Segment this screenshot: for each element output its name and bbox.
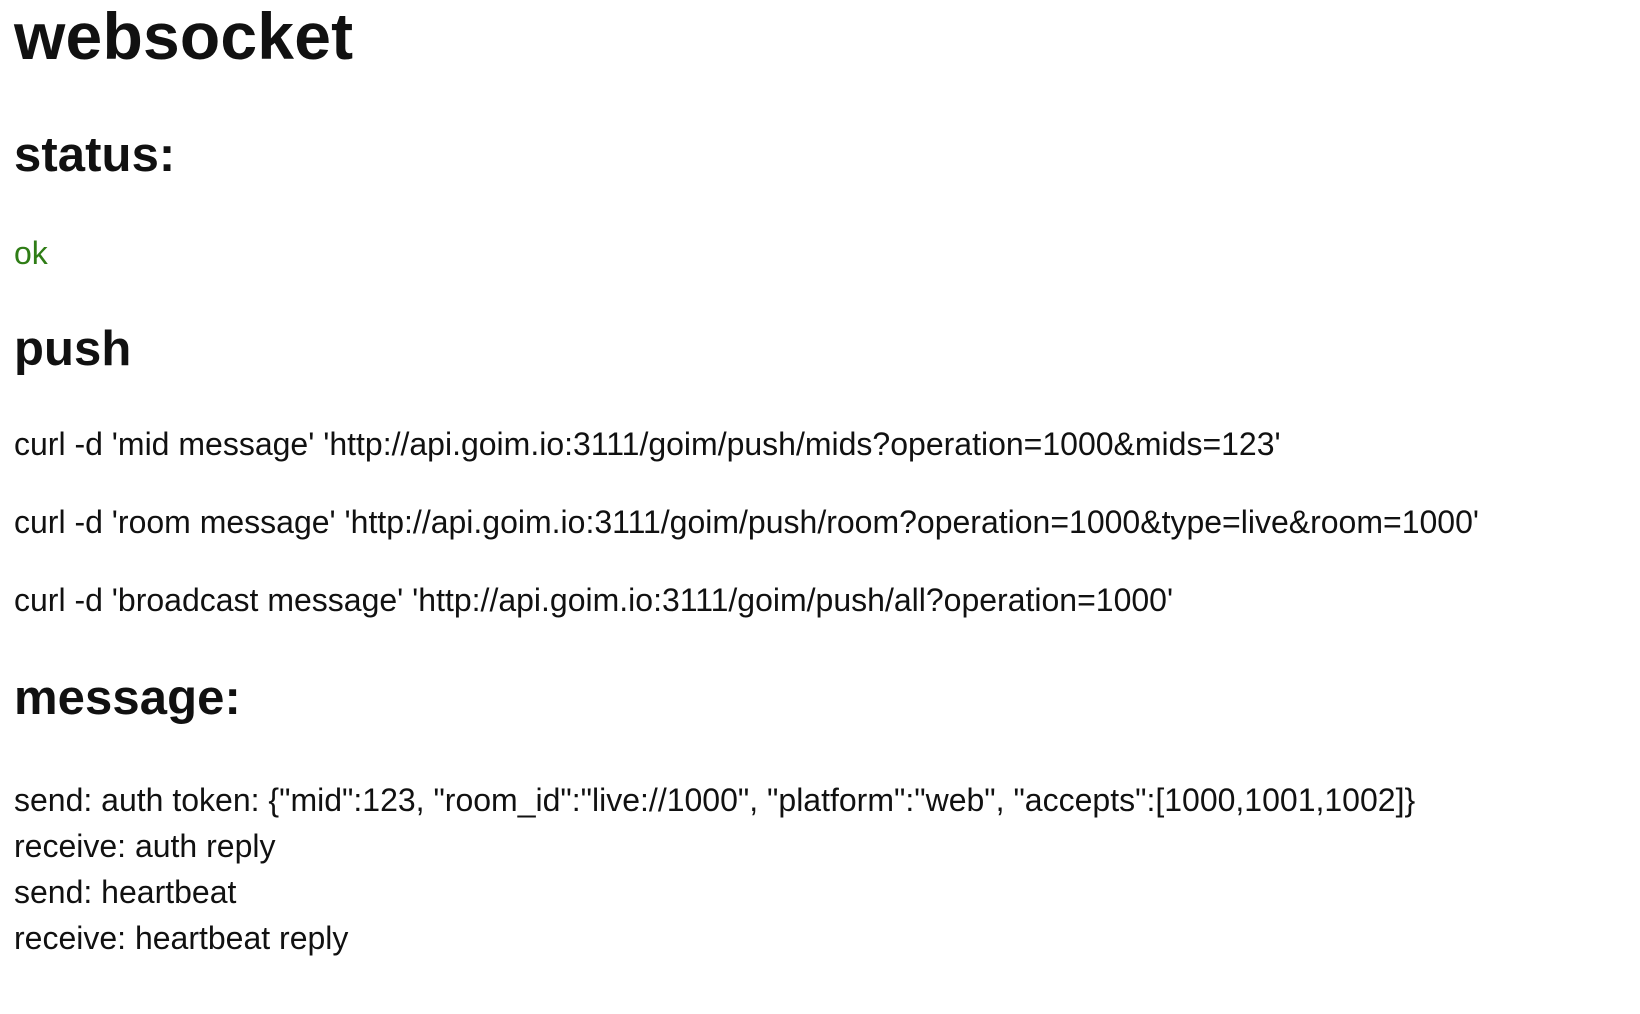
push-heading: push xyxy=(14,322,132,376)
push-command-room: curl -d 'room message' 'http://api.goim.… xyxy=(14,504,1479,540)
push-command-mid: curl -d 'mid message' 'http://api.goim.i… xyxy=(14,426,1281,462)
message-heading: message: xyxy=(14,671,241,725)
message-line-heartbeat-send: send: heartbeat xyxy=(14,874,237,910)
status-value: ok xyxy=(14,235,48,271)
push-command-broadcast: curl -d 'broadcast message' 'http://api.… xyxy=(14,582,1174,618)
message-log: send: auth token: {"mid":123, "room_id":… xyxy=(14,777,1415,961)
page-title: websocket xyxy=(14,0,354,73)
message-line-auth-send: send: auth token: {"mid":123, "room_id":… xyxy=(14,782,1416,818)
message-line-heartbeat-receive: receive: heartbeat reply xyxy=(14,920,349,956)
status-heading: status: xyxy=(14,128,176,182)
message-line-auth-receive: receive: auth reply xyxy=(14,828,276,864)
